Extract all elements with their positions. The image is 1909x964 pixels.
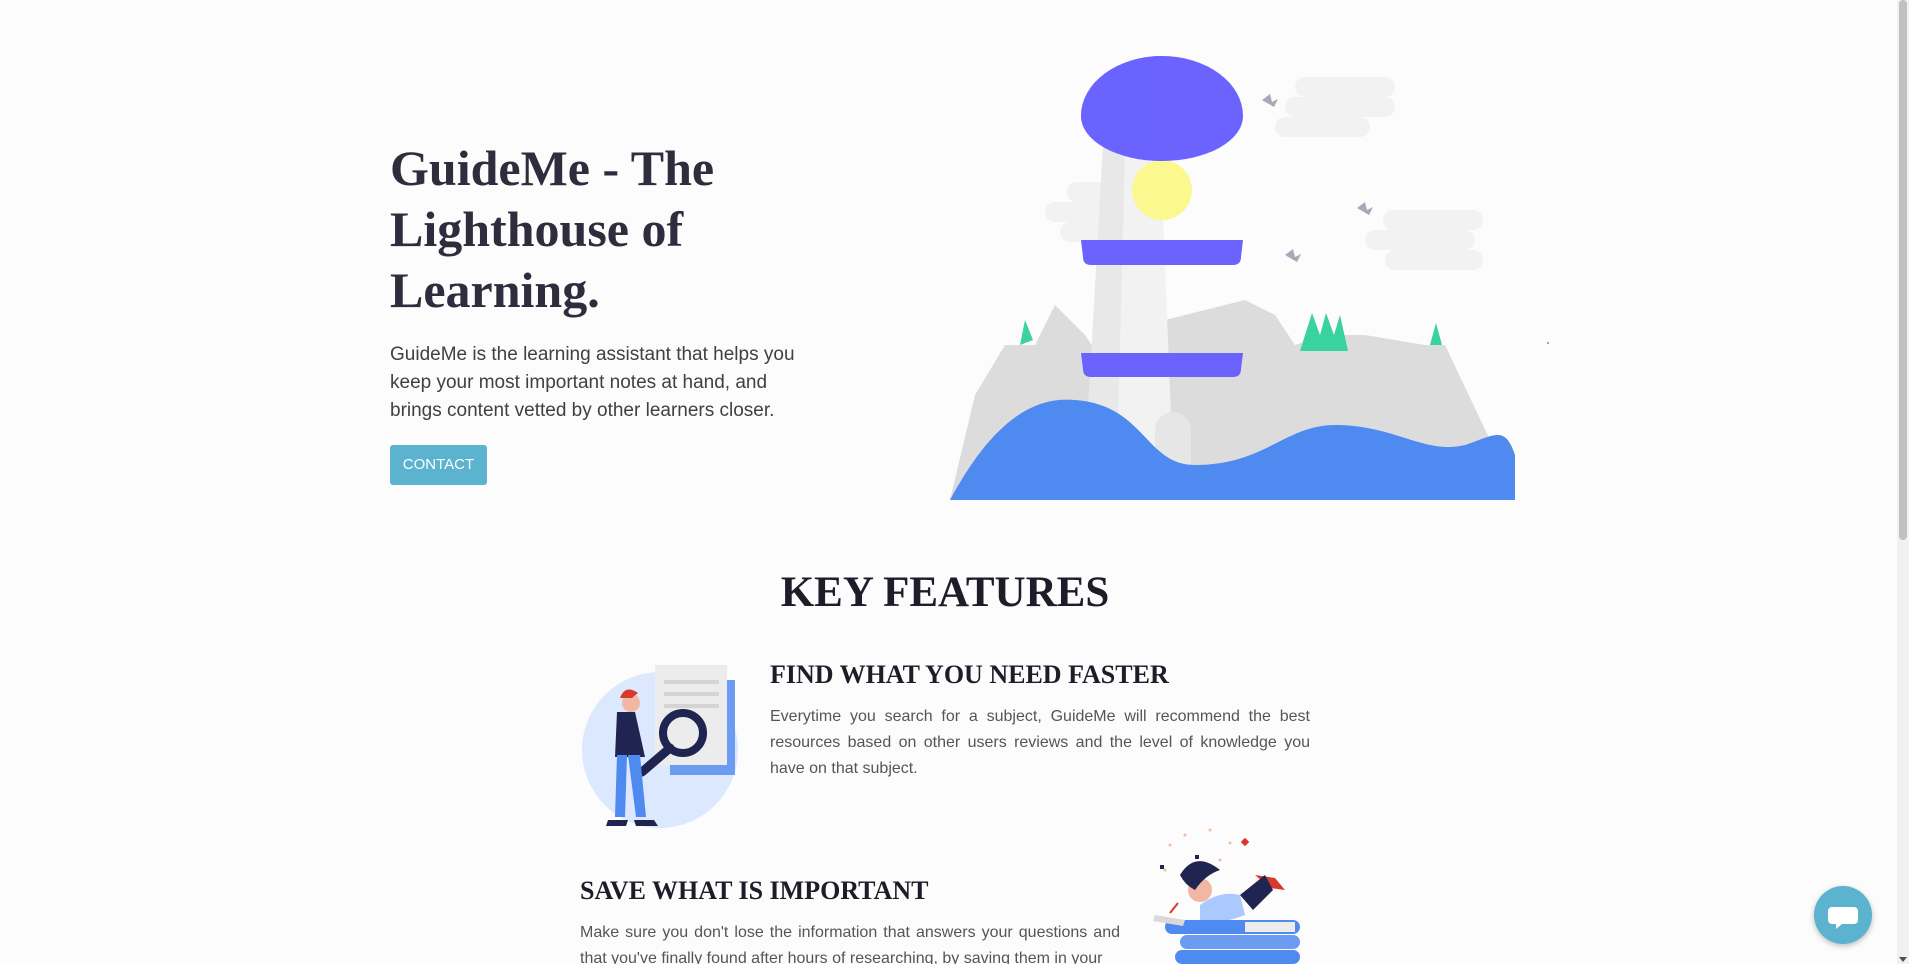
search-illustration-icon xyxy=(582,665,738,828)
chat-bubble-icon xyxy=(1828,907,1858,929)
chat-button[interactable] xyxy=(1814,886,1872,944)
page-scrollbar[interactable] xyxy=(1897,0,1909,964)
scrollbar-thumb[interactable] xyxy=(1899,0,1907,540)
contact-button[interactable]: CONTACT xyxy=(390,445,487,485)
lighthouse-illustration-icon xyxy=(950,56,1549,500)
reading-illustration-icon xyxy=(1153,828,1300,964)
feature-title: SAVE WHAT IS IMPORTANT xyxy=(580,876,929,905)
page: GuideMe - The Lighthouse of Learning. Gu… xyxy=(0,0,1897,964)
hero-title: GuideMe - The Lighthouse of Learning. xyxy=(390,140,715,318)
feature-save-important: SAVE WHAT IS IMPORTANT Make sure you don… xyxy=(580,876,1120,964)
hero-description: GuideMe is the learning assistant that h… xyxy=(390,344,795,421)
feature-description: Make sure you don't lose the information… xyxy=(580,924,1120,964)
hero-section: GuideMe - The Lighthouse of Learning. Gu… xyxy=(390,138,830,485)
feature-find-faster: FIND WHAT YOU NEED FASTER Everytime you … xyxy=(770,660,1310,782)
feature-description: Everytime you search for a subject, Guid… xyxy=(770,708,1310,777)
features-heading: KEY FEATURES xyxy=(780,569,1110,616)
scroll-down-arrow-icon[interactable] xyxy=(1899,957,1907,962)
feature-title: FIND WHAT YOU NEED FASTER xyxy=(770,660,1169,689)
